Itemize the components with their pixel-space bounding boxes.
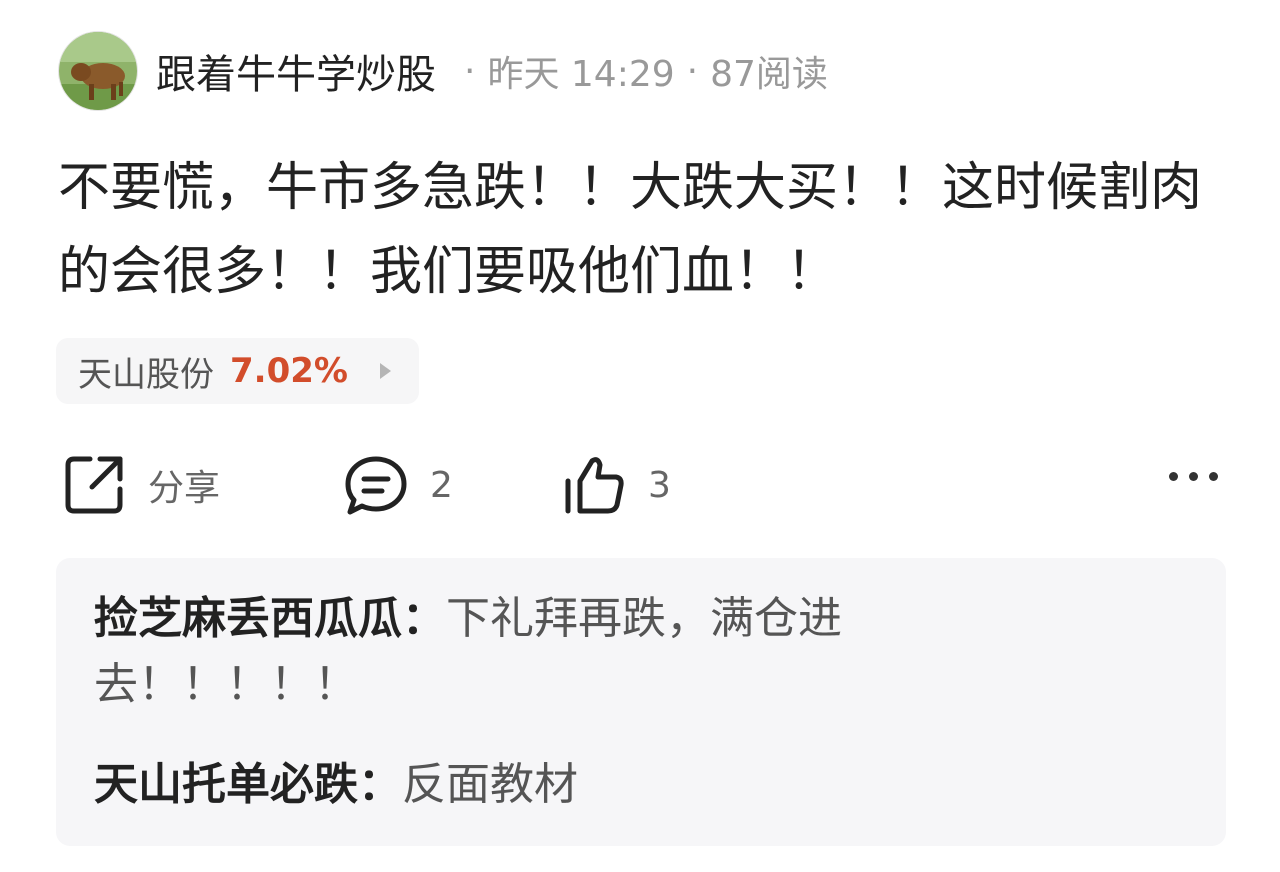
- thumbs-up-icon: [565, 457, 624, 514]
- like-count: 3: [648, 464, 671, 506]
- comment-text: 反面教材: [402, 759, 578, 810]
- post-header: 跟着牛牛学炒股 · 昨天 14:29 · 87阅读: [58, 30, 828, 112]
- comment-item[interactable]: 天山托单必跌：反面教材: [94, 752, 1094, 818]
- post-content[interactable]: 不要慌，牛市多急跌！！大跌大买！！这时候割肉的会很多！！我们要吸他们血！！: [58, 146, 1208, 314]
- comment-bubble-icon: [345, 456, 407, 515]
- meta-separator: ·: [464, 50, 476, 92]
- action-bar: 分享 2 3: [58, 450, 1218, 520]
- comment-button[interactable]: 2: [344, 450, 453, 520]
- author-avatar[interactable]: [58, 31, 138, 111]
- stock-tag[interactable]: 天山股份 7.02%: [56, 338, 419, 404]
- comment-preview-panel[interactable]: 捡芝麻丢西瓜瓜：下礼拜再跌，满仓进去！！！！！ 天山托单必跌：反面教材: [56, 558, 1226, 846]
- stock-change: 7.02%: [230, 351, 348, 391]
- read-count: 87阅读: [710, 54, 828, 95]
- bison-avatar-image: [59, 32, 137, 110]
- comment-count: 2: [430, 464, 453, 506]
- comment-user[interactable]: 捡芝麻丢西瓜瓜: [94, 593, 402, 644]
- share-button[interactable]: 分享: [62, 450, 220, 520]
- post-time: 昨天 14:29: [487, 54, 675, 95]
- post-meta: · 昨天 14:29 · 87阅读: [452, 45, 828, 97]
- comment-colon: ：: [358, 759, 402, 810]
- dot: [1209, 472, 1218, 481]
- share-label: 分享: [148, 468, 221, 509]
- dot: [1169, 472, 1178, 481]
- author-name[interactable]: 跟着牛牛学炒股: [156, 42, 436, 100]
- comment-colon: ：: [402, 593, 446, 644]
- dot: [1189, 472, 1198, 481]
- more-dots-icon[interactable]: [1169, 472, 1218, 481]
- meta-separator: ·: [686, 50, 699, 92]
- stock-name: 天山股份: [78, 354, 214, 395]
- like-button[interactable]: 3: [562, 450, 671, 520]
- chevron-right-icon: [379, 363, 391, 379]
- share-icon: [65, 456, 123, 514]
- comment-user[interactable]: 天山托单必跌: [94, 759, 358, 810]
- comment-item[interactable]: 捡芝麻丢西瓜瓜：下礼拜再跌，满仓进去！！！！！: [94, 586, 964, 718]
